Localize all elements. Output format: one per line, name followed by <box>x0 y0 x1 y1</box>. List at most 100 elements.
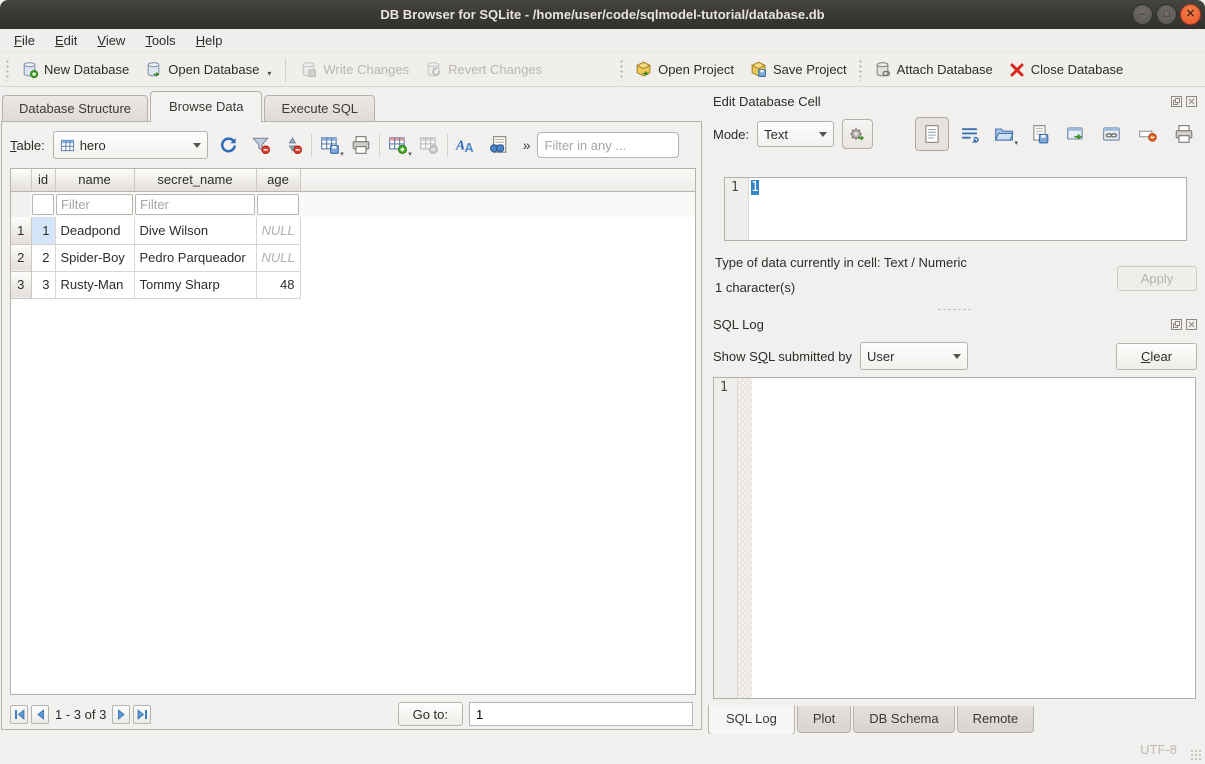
tab-execute-sql[interactable]: Execute SQL <box>264 95 375 122</box>
dock-tab-sql-log[interactable]: SQL Log <box>708 705 795 735</box>
table-select[interactable]: hero <box>53 131 208 159</box>
cell-name[interactable]: Deadpond <box>55 217 134 244</box>
row-header[interactable]: 3 <box>11 271 31 298</box>
menu-edit[interactable]: Edit <box>45 30 87 51</box>
close-button[interactable]: ✕ <box>1180 4 1201 25</box>
record-navigation: 1 - 3 of 3 Go to: <box>10 701 693 727</box>
cell-name[interactable]: Rusty-Man <box>55 271 134 298</box>
find-in-cells-button[interactable] <box>485 132 511 158</box>
toolbar-overflow-button[interactable]: » <box>523 137 531 153</box>
clear-log-button[interactable]: Clear <box>1116 343 1197 370</box>
dock-close-icon[interactable] <box>1185 96 1197 108</box>
cell-id[interactable]: 2 <box>31 244 55 271</box>
dock-tab-remote[interactable]: Remote <box>957 706 1035 733</box>
last-record-button[interactable] <box>133 705 151 724</box>
first-record-button[interactable] <box>10 705 28 724</box>
resize-grip[interactable] <box>1190 749 1202 761</box>
text-mode-button[interactable] <box>915 117 949 151</box>
font-settings-button[interactable]: AA <box>453 132 479 158</box>
refresh-button[interactable] <box>216 132 242 158</box>
row-header[interactable]: 2 <box>11 244 31 271</box>
submitted-by-select[interactable]: User <box>860 342 968 370</box>
insert-record-button[interactable]: ▾ <box>385 132 411 158</box>
grid-corner-button[interactable] <box>11 169 31 191</box>
apply-button[interactable]: Apply <box>1117 266 1197 291</box>
goto-record-input[interactable] <box>469 702 693 726</box>
toolbar-drag-handle[interactable] <box>858 59 863 81</box>
menu-view[interactable]: View <box>87 30 135 51</box>
mode-select[interactable]: Text <box>757 121 834 147</box>
column-header-secret-name[interactable]: secret_name <box>134 169 256 191</box>
tab-browse-data[interactable]: Browse Data <box>150 91 262 122</box>
dock-tab-db-schema[interactable]: DB Schema <box>853 706 954 733</box>
sql-log-dock: SQL Log Show SQL submitted by User <box>703 313 1205 734</box>
dock-close-icon[interactable] <box>1185 319 1197 331</box>
sql-log-controls: Show SQL submitted by User Clear <box>703 334 1205 370</box>
sql-log-editor[interactable]: 1 <box>713 377 1196 699</box>
previous-record-button[interactable] <box>31 705 49 724</box>
print-cell-button[interactable] <box>1171 121 1197 147</box>
export-table-button[interactable]: ▾ <box>317 132 343 158</box>
cell-age[interactable]: NULL <box>256 217 300 244</box>
dock-float-icon[interactable] <box>1170 319 1182 331</box>
open-in-external-button[interactable] <box>1099 121 1125 147</box>
import-data-button[interactable]: ▾ <box>991 121 1017 147</box>
cell-editor-value: 1 <box>751 180 759 195</box>
attach-database-button[interactable]: Attach Database <box>866 56 1001 83</box>
save-project-button[interactable]: Save Project <box>742 56 855 83</box>
revert-changes-button[interactable]: Revert Changes <box>417 56 550 83</box>
cell-secret-name[interactable]: Dive Wilson <box>134 217 256 244</box>
column-header-id[interactable]: id <box>31 169 55 191</box>
cell-age[interactable]: 48 <box>256 271 300 298</box>
dock-splitter[interactable] <box>703 306 1205 312</box>
word-wrap-button[interactable] <box>959 121 981 147</box>
set-null-button[interactable] <box>1135 121 1161 147</box>
close-database-button[interactable]: Close Database <box>1001 57 1132 83</box>
goto-button[interactable]: Go to: <box>398 702 463 726</box>
maximize-button[interactable]: □ <box>1156 4 1177 25</box>
open-database-button[interactable]: Open Database ▾ <box>137 56 279 83</box>
menu-tools[interactable]: Tools <box>135 30 185 51</box>
print-button[interactable] <box>348 132 374 158</box>
dock-tab-plot[interactable]: Plot <box>797 706 851 733</box>
clear-filters-button[interactable] <box>248 132 274 158</box>
main-toolbar: New Database Open Database ▾ Write Chang… <box>0 53 1205 87</box>
filter-input-id[interactable] <box>32 194 54 215</box>
write-changes-button[interactable]: Write Changes <box>292 56 417 83</box>
filter-input-age[interactable] <box>257 194 299 215</box>
auto-switch-mode-button[interactable] <box>842 119 873 149</box>
filter-any-column-input[interactable] <box>537 132 679 158</box>
menu-help[interactable]: Help <box>186 30 233 51</box>
export-data-button[interactable] <box>1027 121 1053 147</box>
toolbar-separator <box>379 134 380 156</box>
delete-record-button[interactable] <box>416 132 442 158</box>
open-database-menu-caret[interactable]: ▾ <box>267 69 271 78</box>
cell-name[interactable]: Spider-Boy <box>55 244 134 271</box>
title-bar: DB Browser for SQLite - /home/user/code/… <box>0 0 1205 29</box>
row-header[interactable]: 1 <box>11 217 31 244</box>
column-header-name[interactable]: name <box>55 169 134 191</box>
cell-id[interactable]: 3 <box>31 271 55 298</box>
minimize-button[interactable]: – <box>1132 4 1153 25</box>
filter-input-secret-name[interactable] <box>135 194 255 215</box>
filter-input-name[interactable] <box>56 194 133 215</box>
svg-text:A: A <box>465 140 474 154</box>
clear-sorting-button[interactable] <box>280 132 306 158</box>
dock-float-icon[interactable] <box>1170 96 1182 108</box>
toolbar-drag-handle[interactable] <box>619 59 624 81</box>
cell-secret-name[interactable]: Pedro Parqueador <box>134 244 256 271</box>
toolbar-drag-handle[interactable] <box>5 59 10 81</box>
open-project-button[interactable]: Open Project <box>627 56 742 83</box>
cell-secret-name[interactable]: Tommy Sharp <box>134 271 256 298</box>
write-changes-icon <box>300 61 317 78</box>
cell-editor[interactable]: 1 1 <box>724 177 1187 241</box>
next-record-button[interactable] <box>112 705 130 724</box>
menu-file[interactable]: File <box>4 30 45 51</box>
cell-id[interactable]: 1 <box>31 217 55 244</box>
new-database-button[interactable]: New Database <box>13 56 137 83</box>
cell-age[interactable]: NULL <box>256 244 300 271</box>
chevron-down-icon <box>953 354 961 359</box>
column-header-age[interactable]: age <box>256 169 300 191</box>
tab-database-structure[interactable]: Database Structure <box>2 95 148 122</box>
apply-data-button[interactable] <box>1063 121 1089 147</box>
